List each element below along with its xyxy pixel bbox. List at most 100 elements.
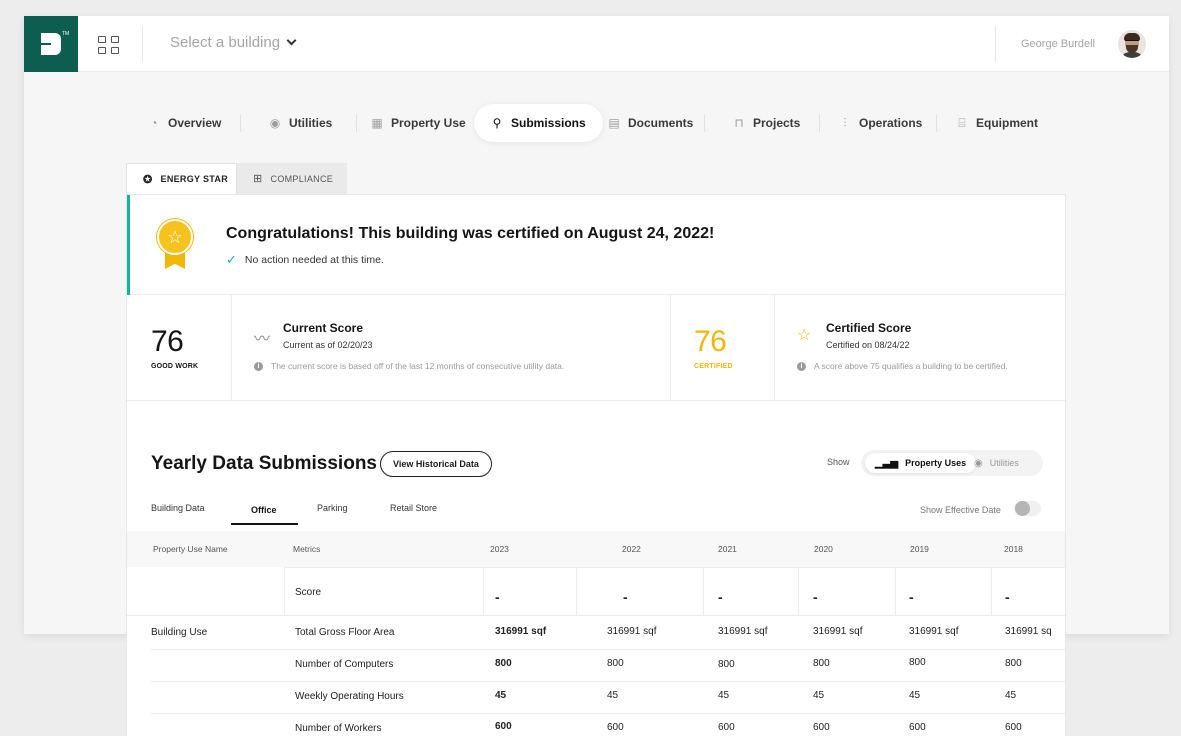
effective-date-label: Show Effective Date (920, 505, 1001, 515)
tab-operations[interactable]: ⫶ Operations (839, 104, 922, 142)
toggle-property-uses[interactable]: ▁▃▅ Property Uses (865, 453, 977, 473)
metric-value: 45 (718, 690, 730, 701)
banner-subtitle: ✓ No action needed at this time. (226, 252, 384, 268)
show-toggle: ▁▃▅ Property Uses ◉ Utilities (861, 450, 1043, 476)
column-header: 2021 (718, 544, 737, 554)
yearly-submissions-title: Yearly Data Submissions (151, 453, 377, 474)
metric-value: - (718, 589, 723, 605)
certified-score-title: Certified Score (826, 321, 912, 335)
current-score-value: 76 (151, 325, 184, 358)
metric-value: 600 (607, 722, 624, 733)
app-window: TM Select a building George Burdell ◔ Ove… (24, 16, 1169, 736)
building-select[interactable]: Select a building (170, 34, 297, 51)
subtab-compliance[interactable]: ⊞ COMPLIANCE (237, 163, 347, 194)
certification-banner: ☆ Congratulations! This building was cer… (127, 195, 1065, 295)
metric-value: 600 (1005, 722, 1022, 733)
medal-icon: ☆ (157, 219, 193, 271)
toggle-utilities[interactable]: ◉ Utilities (974, 453, 1019, 473)
metric-value: 800 (909, 657, 926, 668)
tab-label: Utilities (289, 116, 333, 130)
metric-name: Score (295, 587, 322, 598)
metric-value: 800 (495, 658, 512, 669)
metric-name: Total Gross Floor Area (295, 627, 395, 638)
user-name[interactable]: George Burdell (1021, 38, 1095, 50)
table-row: Weekly Operating Hours 45 45 45 45 45 45 (127, 681, 1065, 713)
overview-icon: ◔ (150, 116, 158, 130)
metric-value: 45 (813, 690, 825, 701)
sliders-icon: ⫶ (843, 115, 847, 130)
bar-chart-icon: ▁▃▅ (875, 457, 899, 469)
subtab-label: COMPLIANCE (270, 173, 334, 184)
line-chart-icon: 〰 (254, 331, 271, 348)
building-icon: ▦ (371, 116, 383, 130)
certified-score-date: Certified on 08/24/22 (826, 340, 910, 350)
certified-score-value: 76 (694, 325, 727, 358)
check-icon: ✓ (226, 252, 237, 267)
table-row: Number of Workers 600 600 600 600 600 60… (127, 713, 1065, 736)
star-icon: ☆ (797, 327, 812, 344)
metric-value: 316991 sq (1005, 626, 1052, 637)
main-nav: ◔ Overview ◉ Utilities ▦ Property Use ⚲ Subm… (24, 104, 1169, 144)
toggle-label: Utilities (989, 458, 1019, 468)
tab-retail-store[interactable]: Retail Store (390, 503, 437, 513)
info-icon[interactable]: i (254, 361, 263, 371)
table-header: Property Use Name Metrics 2023 2022 2021… (127, 531, 1065, 567)
banner-title: Congratulations! This building was certi… (226, 225, 715, 242)
tab-property-use[interactable]: ▦ Property Use (371, 104, 466, 142)
tab-office[interactable]: Office (251, 505, 277, 515)
tab-projects[interactable]: ⊓ Projects (733, 104, 800, 142)
current-score-tag: GOOD WORK (151, 363, 199, 370)
tab-label: Documents (628, 116, 694, 130)
logo-glyph (41, 33, 61, 55)
subtab-energy-star[interactable]: ✪ ENERGY STAR (126, 163, 237, 194)
metric-name: Number of Workers (295, 723, 382, 734)
tab-label: Property Use (391, 116, 466, 130)
topbar-divider (142, 26, 143, 62)
topbar-divider (995, 26, 996, 62)
tab-parking[interactable]: Parking (317, 503, 348, 513)
table-row: Score - - - - - - (127, 567, 1065, 615)
checklist-icon: ⊞ (253, 173, 263, 185)
avatar[interactable] (1118, 30, 1146, 58)
metric-value: - (909, 589, 914, 605)
metric-value: 316991 sqf (718, 626, 768, 637)
logo-trademark: TM (62, 31, 70, 37)
metric-value: 45 (607, 690, 619, 701)
column-header: 2023 (490, 544, 509, 554)
document-icon: ▤ (608, 116, 620, 130)
brand-logo[interactable]: TM (24, 16, 78, 72)
tab-building-data[interactable]: Building Data (151, 503, 205, 513)
tab-label: Operations (859, 116, 923, 130)
equipment-icon: ⌸ (958, 115, 966, 130)
tab-utilities[interactable]: ◉ Utilities (269, 104, 333, 142)
effective-date-toggle[interactable] (1014, 501, 1041, 516)
metric-value: 600 (813, 722, 830, 733)
certified-score-note-text: A score above 75 qualifies a building to… (814, 361, 1008, 371)
chevron-down-icon (286, 35, 297, 46)
tab-submissions[interactable]: ⚲ Submissions (474, 104, 603, 142)
table-row: Building Use Total Gross Floor Area 3169… (127, 615, 1065, 649)
tab-equipment[interactable]: ⌸ Equipment (956, 104, 1038, 142)
banner-subtitle-text: No action needed at this time. (244, 254, 384, 266)
view-historical-data-button[interactable]: View Historical Data (380, 451, 492, 477)
info-icon[interactable]: i (797, 361, 806, 371)
tab-documents[interactable]: ▤ Documents (608, 104, 693, 142)
metric-value: 316991 sqf (495, 626, 547, 637)
metric-value: 800 (1005, 658, 1022, 669)
metric-value: - (813, 589, 818, 605)
tab-overview[interactable]: ◔ Overview (148, 104, 221, 142)
apps-grid-icon[interactable] (98, 36, 120, 54)
current-score-note: i The current score is based off of the l… (254, 361, 564, 371)
active-tab-underline (231, 523, 298, 525)
tab-label: Overview (168, 116, 222, 130)
metric-value: 600 (718, 722, 735, 733)
metric-value: 800 (607, 658, 624, 669)
trash-icon: ⊓ (734, 116, 744, 130)
metric-value: 316991 sqf (813, 626, 863, 637)
metric-value: 600 (909, 722, 926, 733)
star-badge-icon: ✪ (143, 173, 153, 186)
column-header: 2019 (910, 544, 929, 554)
certified-score-note: i A score above 75 qualifies a building t… (797, 361, 1008, 371)
tab-label: Projects (753, 116, 801, 130)
metric-value: 800 (718, 659, 735, 670)
